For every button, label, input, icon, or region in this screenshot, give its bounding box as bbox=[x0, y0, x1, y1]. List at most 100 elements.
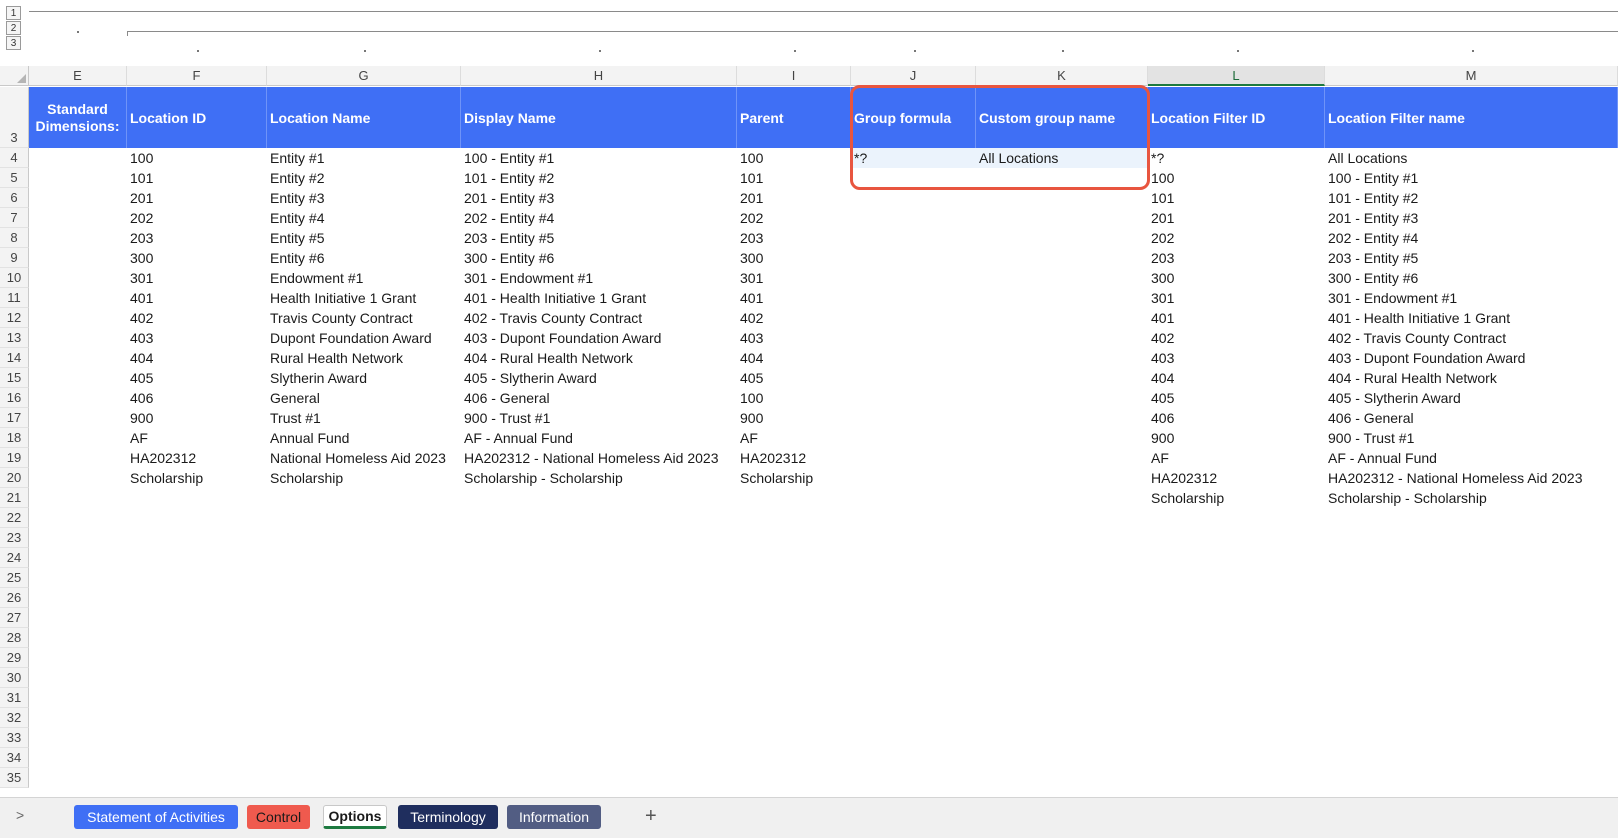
cell-G10[interactable]: Endowment #1 bbox=[267, 268, 461, 288]
cell-H7[interactable]: 202 - Entity #4 bbox=[461, 208, 737, 228]
cell-L4[interactable]: *? bbox=[1148, 148, 1325, 168]
row-header-23[interactable]: 23 bbox=[0, 528, 29, 548]
row-header-10[interactable]: 10 bbox=[0, 268, 29, 288]
cell-H20[interactable]: Scholarship - Scholarship bbox=[461, 468, 737, 488]
cell-L20[interactable]: HA202312 bbox=[1148, 468, 1325, 488]
cell-M14[interactable]: 403 - Dupont Foundation Award bbox=[1325, 348, 1618, 368]
cell-I17[interactable]: 900 bbox=[737, 408, 851, 428]
cell-M15[interactable]: 404 - Rural Health Network bbox=[1325, 368, 1618, 388]
header-cell-F[interactable]: Location ID bbox=[127, 87, 267, 148]
sheet-tab-control[interactable]: Control bbox=[247, 805, 310, 829]
column-header-G[interactable]: G bbox=[267, 66, 461, 86]
cell-G5[interactable]: Entity #2 bbox=[267, 168, 461, 188]
row-header-15[interactable]: 15 bbox=[0, 368, 29, 388]
cell-F12[interactable]: 402 bbox=[127, 308, 267, 328]
cell-J4-group-formula[interactable]: *? bbox=[851, 148, 976, 168]
cell-F19[interactable]: HA202312 bbox=[127, 448, 267, 468]
cell-L16[interactable]: 405 bbox=[1148, 388, 1325, 408]
row-header-8[interactable]: 8 bbox=[0, 228, 29, 248]
cell-F16[interactable]: 406 bbox=[127, 388, 267, 408]
cell-G18[interactable]: Annual Fund bbox=[267, 428, 461, 448]
outline-level-2-button[interactable]: 2 bbox=[6, 21, 21, 35]
header-cell-M[interactable]: Location Filter name bbox=[1325, 87, 1618, 148]
sheet-tab-options[interactable]: Options bbox=[323, 805, 387, 829]
cell-L15[interactable]: 404 bbox=[1148, 368, 1325, 388]
cell-M18[interactable]: 900 - Trust #1 bbox=[1325, 428, 1618, 448]
cell-I12[interactable]: 402 bbox=[737, 308, 851, 328]
header-cell-H[interactable]: Display Name bbox=[461, 87, 737, 148]
outline-level-1-button[interactable]: 1 bbox=[6, 6, 21, 20]
cell-I10[interactable]: 301 bbox=[737, 268, 851, 288]
cell-K4-custom-group-name[interactable]: All Locations bbox=[976, 148, 1148, 168]
cell-I14[interactable]: 404 bbox=[737, 348, 851, 368]
cell-H14[interactable]: 404 - Rural Health Network bbox=[461, 348, 737, 368]
cell-M13[interactable]: 402 - Travis County Contract bbox=[1325, 328, 1618, 348]
cell-F9[interactable]: 300 bbox=[127, 248, 267, 268]
row-header-22[interactable]: 22 bbox=[0, 508, 29, 528]
cell-M6[interactable]: 101 - Entity #2 bbox=[1325, 188, 1618, 208]
cell-L9[interactable]: 203 bbox=[1148, 248, 1325, 268]
column-header-M[interactable]: M bbox=[1325, 66, 1618, 86]
column-header-I[interactable]: I bbox=[737, 66, 851, 86]
cell-L13[interactable]: 402 bbox=[1148, 328, 1325, 348]
header-cell-I[interactable]: Parent bbox=[737, 87, 851, 148]
row-header-13[interactable]: 13 bbox=[0, 328, 29, 348]
cell-G7[interactable]: Entity #4 bbox=[267, 208, 461, 228]
cell-F15[interactable]: 405 bbox=[127, 368, 267, 388]
cell-L11[interactable]: 301 bbox=[1148, 288, 1325, 308]
cell-L14[interactable]: 403 bbox=[1148, 348, 1325, 368]
cell-G9[interactable]: Entity #6 bbox=[267, 248, 461, 268]
cell-I19[interactable]: HA202312 bbox=[737, 448, 851, 468]
column-header-F[interactable]: F bbox=[127, 66, 267, 86]
row-header-32[interactable]: 32 bbox=[0, 708, 29, 728]
row-header-19[interactable]: 19 bbox=[0, 448, 29, 468]
cell-I18[interactable]: AF bbox=[737, 428, 851, 448]
cell-L5[interactable]: 100 bbox=[1148, 168, 1325, 188]
cell-L19[interactable]: AF bbox=[1148, 448, 1325, 468]
cell-L17[interactable]: 406 bbox=[1148, 408, 1325, 428]
sheet-tab-terminology[interactable]: Terminology bbox=[398, 805, 498, 829]
cell-F8[interactable]: 203 bbox=[127, 228, 267, 248]
add-sheet-button[interactable]: + bbox=[645, 804, 657, 828]
cell-H12[interactable]: 402 - Travis County Contract bbox=[461, 308, 737, 328]
cell-G17[interactable]: Trust #1 bbox=[267, 408, 461, 428]
row-header-4[interactable]: 4 bbox=[0, 148, 29, 168]
cell-F17[interactable]: 900 bbox=[127, 408, 267, 428]
row-header-28[interactable]: 28 bbox=[0, 628, 29, 648]
cell-L10[interactable]: 300 bbox=[1148, 268, 1325, 288]
row-header-31[interactable]: 31 bbox=[0, 688, 29, 708]
header-cell-J[interactable]: Group formula bbox=[851, 87, 976, 148]
sheet-tab-statement-of-activities[interactable]: Statement of Activities bbox=[74, 805, 238, 829]
header-cell-E[interactable]: Standard Dimensions: bbox=[29, 87, 127, 148]
column-header-K[interactable]: K bbox=[976, 66, 1148, 86]
row-header-27[interactable]: 27 bbox=[0, 608, 29, 628]
cell-G6[interactable]: Entity #3 bbox=[267, 188, 461, 208]
header-cell-K[interactable]: Custom group name bbox=[976, 87, 1148, 148]
cell-L12[interactable]: 401 bbox=[1148, 308, 1325, 328]
cell-F13[interactable]: 403 bbox=[127, 328, 267, 348]
row-header-16[interactable]: 16 bbox=[0, 388, 29, 408]
select-all-corner[interactable] bbox=[0, 66, 29, 86]
row-header-9[interactable]: 9 bbox=[0, 248, 29, 268]
row-header-35[interactable]: 35 bbox=[0, 768, 29, 788]
cell-M17[interactable]: 406 - General bbox=[1325, 408, 1618, 428]
cell-I9[interactable]: 300 bbox=[737, 248, 851, 268]
cell-F20[interactable]: Scholarship bbox=[127, 468, 267, 488]
cell-F7[interactable]: 202 bbox=[127, 208, 267, 228]
row-header-7[interactable]: 7 bbox=[0, 208, 29, 228]
row-header-24[interactable]: 24 bbox=[0, 548, 29, 568]
row-header-12[interactable]: 12 bbox=[0, 308, 29, 328]
cell-G11[interactable]: Health Initiative 1 Grant bbox=[267, 288, 461, 308]
cell-H5[interactable]: 101 - Entity #2 bbox=[461, 168, 737, 188]
cell-H11[interactable]: 401 - Health Initiative 1 Grant bbox=[461, 288, 737, 308]
cell-F18[interactable]: AF bbox=[127, 428, 267, 448]
header-cell-G[interactable]: Location Name bbox=[267, 87, 461, 148]
cell-G8[interactable]: Entity #5 bbox=[267, 228, 461, 248]
cell-H19[interactable]: HA202312 - National Homeless Aid 2023 bbox=[461, 448, 737, 468]
cell-M8[interactable]: 202 - Entity #4 bbox=[1325, 228, 1618, 248]
row-header-20[interactable]: 20 bbox=[0, 468, 29, 488]
cell-I5[interactable]: 101 bbox=[737, 168, 851, 188]
row-header-21[interactable]: 21 bbox=[0, 488, 29, 508]
cell-F5[interactable]: 101 bbox=[127, 168, 267, 188]
column-header-L[interactable]: L bbox=[1148, 66, 1325, 86]
